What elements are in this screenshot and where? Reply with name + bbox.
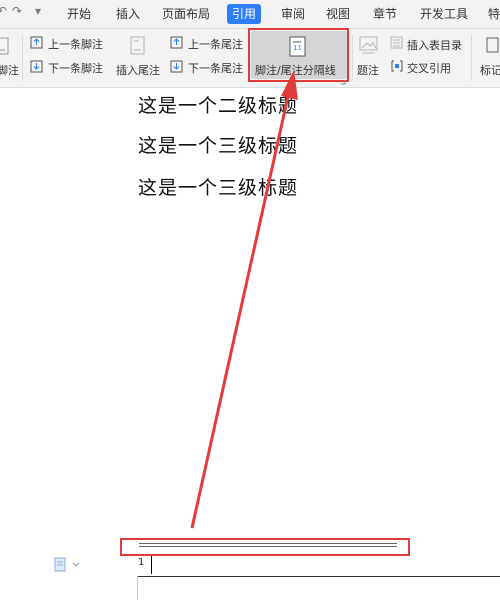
prev-footnote-label: 上一条脚注 xyxy=(48,38,103,51)
mark-icon xyxy=(486,37,499,53)
menu-home[interactable]: 开始 xyxy=(67,4,91,24)
footnote-separator-line-secondary xyxy=(139,546,397,547)
customize-toolbar-icon[interactable]: ▾ xyxy=(35,4,41,18)
menu-insert[interactable]: 插入 xyxy=(116,4,140,24)
heading-level-3[interactable]: 这是一个三级标题 xyxy=(138,131,298,158)
menu-references[interactable]: 引用 xyxy=(227,4,262,24)
next-footnote-icon xyxy=(30,60,43,73)
annotation-arrow xyxy=(190,70,298,529)
menu-review[interactable]: 审阅 xyxy=(281,4,305,24)
menu-view[interactable]: 视图 xyxy=(326,4,350,24)
separator-button-highlight xyxy=(248,28,349,82)
redo-icon[interactable]: ↷ xyxy=(12,4,22,18)
footnote-icon xyxy=(0,37,9,55)
insert-endnote-label: 插入尾注 xyxy=(116,64,160,77)
separator-line-highlight xyxy=(120,538,410,556)
footnote-separator-line xyxy=(139,543,397,544)
dialog-launcher-icon[interactable] xyxy=(340,79,346,85)
caption-icon xyxy=(359,36,378,54)
menu-chapter[interactable]: 章节 xyxy=(373,4,397,24)
next-footnote-label: 下一条脚注 xyxy=(48,62,103,75)
page-boundary xyxy=(137,576,500,577)
text-cursor xyxy=(151,556,152,574)
heading-level-3[interactable]: 这是一个三级标题 xyxy=(138,173,298,200)
table-of-figures-icon xyxy=(390,36,403,49)
prev-endnote-label: 上一条尾注 xyxy=(188,38,243,51)
page-margin-line xyxy=(137,576,138,600)
footnote-number: 1 xyxy=(138,557,145,568)
menu-developer[interactable]: 开发工具 xyxy=(420,4,468,24)
document-icon xyxy=(54,557,80,572)
next-endnote-icon xyxy=(170,60,183,73)
prev-footnote-icon xyxy=(30,36,43,49)
mark-entry-label: 标记 xyxy=(480,64,500,77)
heading-level-2[interactable]: 这是一个二级标题 xyxy=(138,91,298,118)
caption-label: 题注 xyxy=(357,64,379,77)
undo-icon[interactable]: ↶ xyxy=(0,4,7,18)
layout-options-button[interactable] xyxy=(53,557,83,577)
menu-page-layout[interactable]: 页面布局 xyxy=(162,4,210,24)
insert-footnote-label: 脚注 xyxy=(0,64,19,77)
menu-special[interactable]: 特 xyxy=(488,4,500,24)
insert-table-of-figures-label: 插入表目录 xyxy=(407,39,462,52)
prev-endnote-icon xyxy=(170,36,183,49)
menu-bar: ↶ ↷ ▾ 开始 插入 页面布局 引用 审阅 视图 章节 开发工具 特 xyxy=(0,0,500,29)
endnote-icon xyxy=(130,36,145,55)
cross-reference-icon xyxy=(391,60,403,72)
cross-reference-label: 交叉引用 xyxy=(407,62,451,75)
next-endnote-label: 下一条尾注 xyxy=(188,62,243,75)
